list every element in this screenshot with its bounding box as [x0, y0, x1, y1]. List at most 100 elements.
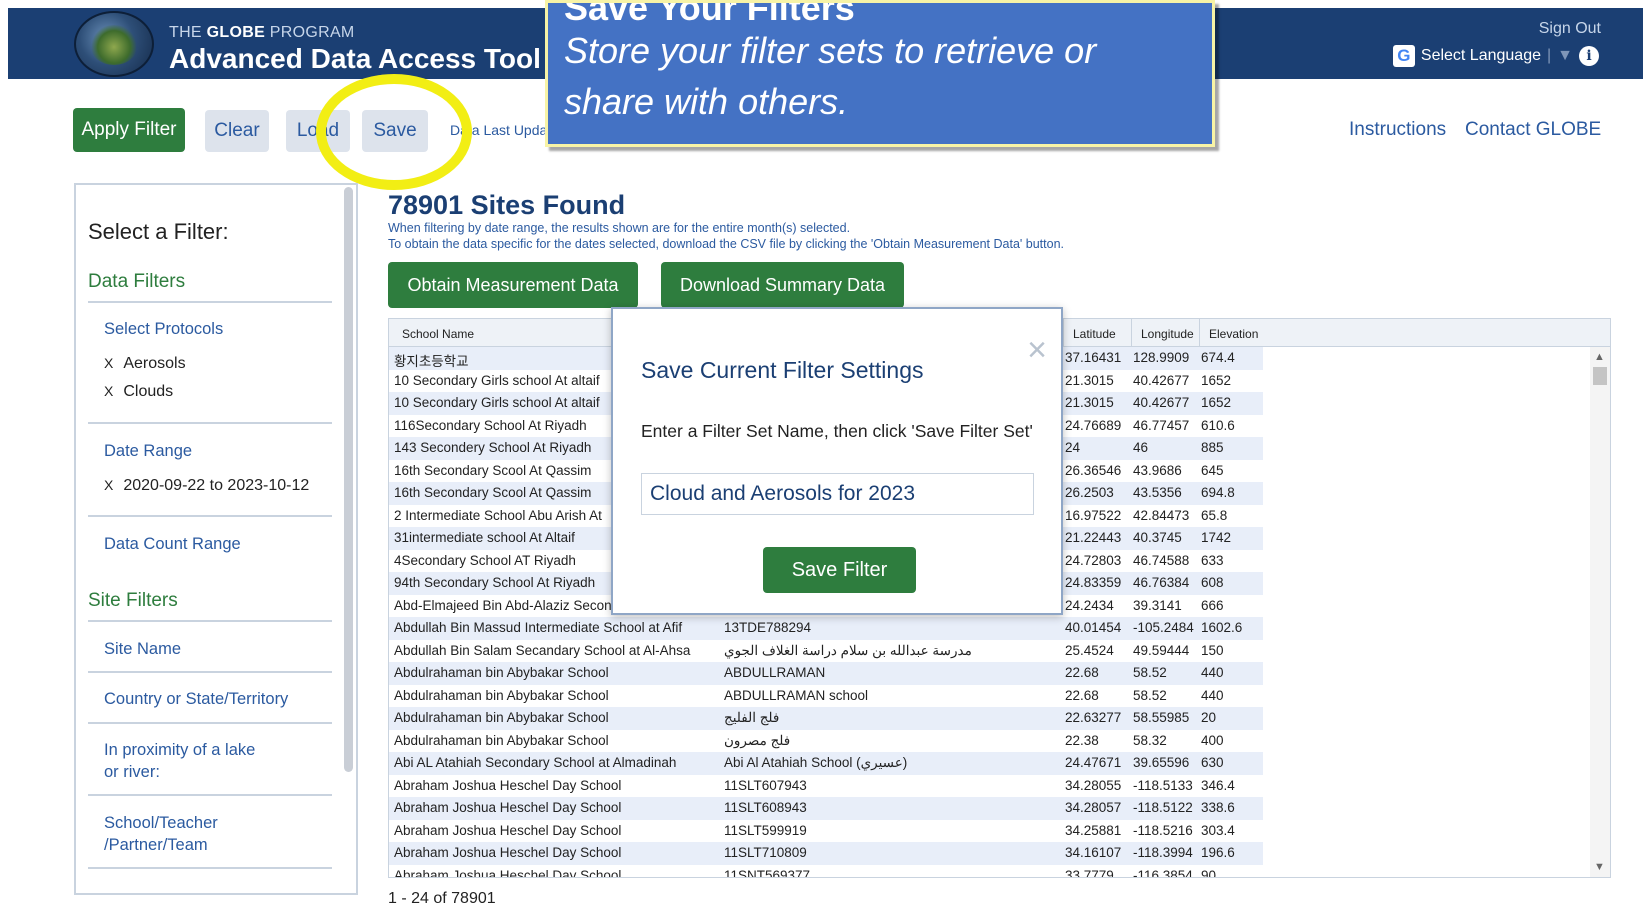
program-name-bold: GLOBE	[206, 24, 266, 41]
school-name-cell: Abraham Joshua Heschel Day School	[394, 867, 622, 878]
link-line: School/Teacher	[104, 814, 218, 832]
site-id-cell: 11SLT710809	[724, 845, 807, 860]
remove-icon[interactable]: X	[104, 383, 113, 401]
school-name-cell: Abraham Joshua Heschel Day School	[394, 845, 622, 860]
contact-globe-link[interactable]: Contact GLOBE	[1465, 119, 1601, 141]
table-row[interactable]: Abdulrahaman bin Abybakar School فلج مصرو…	[389, 730, 1589, 753]
longitude-cell: -118.5122	[1133, 800, 1193, 815]
latitude-cell: 22.38	[1065, 732, 1099, 748]
latitude-cell: 26.2503	[1065, 485, 1114, 500]
sidebar-scrollbar[interactable]	[344, 187, 353, 772]
divider	[88, 671, 332, 673]
remove-icon[interactable]: X	[104, 477, 113, 495]
latitude-cell: 24	[1065, 440, 1081, 455]
language-selector[interactable]: G Select Language | ▼ i	[1392, 45, 1599, 67]
chip-label: Aerosols	[123, 355, 186, 372]
link-line: /Partner/Team	[104, 836, 208, 854]
date-range-note: When filtering by date range, the result…	[388, 221, 851, 235]
link-line: or river:	[104, 763, 160, 781]
column-header-elevation[interactable]: Elevation	[1209, 327, 1258, 341]
school-teacher-link[interactable]: School/Teacher/Partner/Team	[104, 812, 218, 856]
table-row[interactable]: Abraham Joshua Heschel Day School 11SLT60…	[389, 775, 1589, 798]
table-row[interactable]: Abdulrahaman bin Abybakar School ABDULLRA…	[389, 685, 1589, 708]
latitude-cell: 34.25881	[1065, 822, 1122, 838]
column-divider	[1199, 319, 1200, 347]
longitude-cell: 40.42677	[1133, 372, 1190, 388]
data-count-range-link[interactable]: Data Count Range	[104, 533, 241, 555]
clear-button[interactable]: Clear	[205, 110, 269, 152]
table-row[interactable]: Abdullah Bin Salam Secandary School at A…	[389, 640, 1589, 663]
select-protocols-link[interactable]: Select Protocols	[104, 318, 223, 340]
table-row[interactable]: Abdullah Bin Massud Intermediate School …	[389, 617, 1589, 640]
latitude-cell: 22.63277	[1065, 710, 1122, 725]
info-icon[interactable]: i	[1579, 46, 1599, 66]
column-header-school-name[interactable]: School Name	[402, 327, 474, 341]
divider	[88, 301, 332, 303]
page: THE GLOBE PROGRAM Advanced Data Access T…	[0, 0, 1643, 907]
column-divider	[1063, 319, 1064, 347]
globe-logo[interactable]	[74, 11, 154, 77]
divider	[88, 620, 332, 622]
column-header-longitude[interactable]: Longitude	[1141, 327, 1194, 341]
globe-logo-emblem	[90, 25, 138, 65]
instructions-link[interactable]: Instructions	[1349, 119, 1446, 141]
protocol-chip-clouds: X Clouds	[104, 383, 173, 401]
school-name-cell: Abdulrahaman bin Abybakar School	[394, 687, 609, 703]
longitude-cell: 46.74588	[1133, 552, 1190, 568]
table-row[interactable]: Abraham Joshua Heschel Day School 11SLT71…	[389, 842, 1589, 865]
table-row[interactable]: Abi AL Atahiah Secondary School at Almad…	[389, 752, 1589, 775]
elevation-cell: 1742	[1201, 530, 1232, 545]
table-row[interactable]: Abraham Joshua Heschel Day School 11SNT56…	[389, 865, 1589, 878]
app-title: Advanced Data Access Tool	[169, 43, 541, 74]
table-scrollbar[interactable]: ▲ ▼	[1590, 347, 1610, 877]
save-filter-button[interactable]: Save Filter	[763, 547, 916, 593]
download-summary-data-button[interactable]: Download Summary Data	[661, 262, 904, 308]
latitude-cell: 24.72803	[1065, 552, 1122, 568]
longitude-cell: 43.9686	[1133, 462, 1182, 478]
save-filter-dialog: × Save Current Filter Settings Enter a F…	[611, 307, 1063, 615]
school-name-cell: Abdulrahaman bin Abybakar School	[394, 710, 609, 725]
longitude-cell: -116.3854	[1133, 867, 1193, 878]
table-row[interactable]: Abraham Joshua Heschel Day School 11SLT60…	[389, 797, 1589, 820]
scroll-down-icon[interactable]: ▼	[1594, 861, 1605, 873]
country-state-link[interactable]: Country or State/Territory	[104, 688, 288, 710]
scroll-thumb[interactable]	[1593, 367, 1607, 385]
table-row[interactable]: Abdulrahaman bin Abybakar School فلج الفل…	[389, 707, 1589, 730]
remove-icon[interactable]: X	[104, 355, 113, 373]
table-row[interactable]: Abdulrahaman bin Abybakar School ABDULLRA…	[389, 662, 1589, 685]
dialog-instructions: Enter a Filter Set Name, then click 'Sav…	[641, 421, 1033, 441]
school-name-cell: Abdulrahaman bin Abybakar School	[394, 665, 609, 680]
divider	[88, 515, 332, 517]
site-id-cell: مدرسة عبدالله بن سلام دراسة الغلاف الجوي	[724, 642, 972, 658]
date-range-link[interactable]: Date Range	[104, 440, 192, 462]
longitude-cell: 58.52	[1133, 687, 1167, 703]
school-name-cell: Abdulrahaman bin Abybakar School	[394, 732, 609, 748]
apply-filter-button[interactable]: Apply Filter	[73, 108, 185, 152]
latitude-cell: 24.2434	[1065, 597, 1114, 613]
latitude-cell: 24.76689	[1065, 417, 1122, 433]
latitude-cell: 22.68	[1065, 665, 1099, 680]
lake-river-proximity-link[interactable]: In proximity of a lake or river:	[104, 739, 255, 783]
longitude-cell: 40.3745	[1133, 530, 1182, 545]
filter-set-name-input[interactable]	[641, 473, 1034, 515]
latitude-cell: 34.28055	[1065, 777, 1122, 793]
elevation-cell: 20	[1201, 710, 1217, 725]
latitude-cell: 24.47671	[1065, 755, 1122, 770]
site-id-cell: 11SNT569377	[724, 867, 811, 878]
protocol-chip-aerosols: X Aerosols	[104, 355, 186, 373]
site-id-cell: 11SLT607943	[724, 777, 807, 793]
close-icon[interactable]: ×	[1027, 333, 1047, 367]
school-name-cell: Abraham Joshua Heschel Day School	[394, 800, 622, 815]
obtain-measurement-data-button[interactable]: Obtain Measurement Data	[388, 262, 638, 308]
latitude-cell: 34.28057	[1065, 800, 1122, 815]
longitude-cell: 58.52	[1133, 665, 1167, 680]
data-filters-heading: Data Filters	[88, 271, 186, 292]
column-header-latitude[interactable]: Latitude	[1073, 327, 1116, 341]
google-translate-icon: G	[1392, 45, 1415, 67]
site-name-link[interactable]: Site Name	[104, 638, 181, 660]
longitude-cell: 39.3141	[1133, 597, 1182, 613]
sign-out-link[interactable]: Sign Out	[1539, 20, 1601, 38]
table-row[interactable]: Abraham Joshua Heschel Day School 11SLT59…	[389, 820, 1589, 843]
elevation-cell: 610.6	[1201, 417, 1235, 433]
scroll-up-icon[interactable]: ▲	[1594, 351, 1605, 363]
